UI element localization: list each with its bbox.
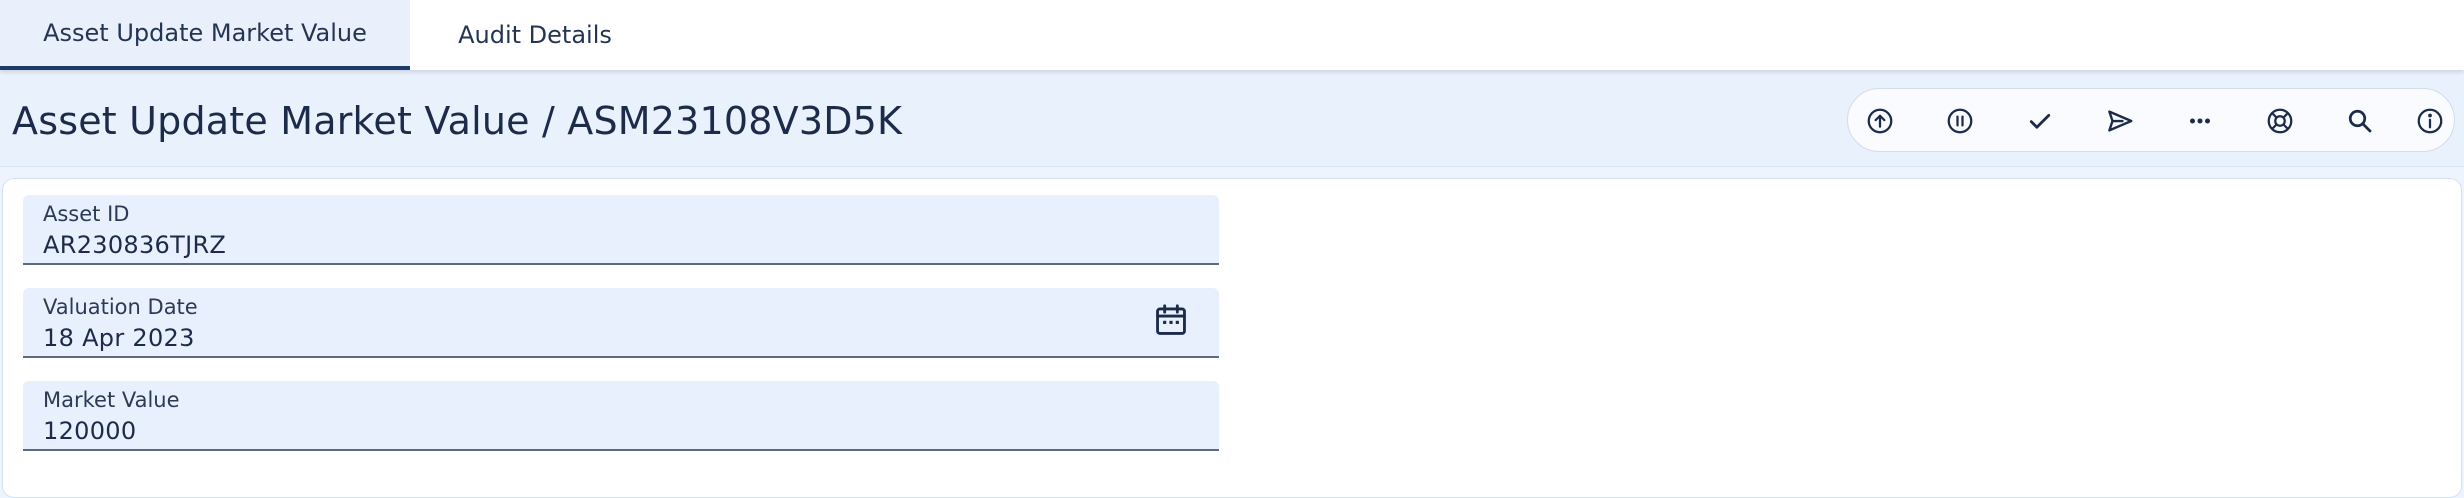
- valuation-date-value: 18 Apr 2023: [43, 324, 195, 352]
- pause-icon: [1947, 108, 1973, 134]
- pause-button[interactable]: [1938, 99, 1982, 143]
- more-icon: [2190, 118, 2210, 124]
- help-button[interactable]: [2258, 99, 2302, 143]
- tab-label: Audit Details: [458, 21, 612, 49]
- page-header: Asset Update Market Value / ASM23108V3D5…: [0, 70, 2464, 167]
- info-icon: [2417, 108, 2443, 134]
- more-button[interactable]: [2178, 99, 2222, 143]
- asset-id-field[interactable]: Asset ID AR230836TJRZ: [23, 195, 1219, 265]
- asset-id-value: AR230836TJRZ: [43, 231, 227, 259]
- send-icon: [2108, 110, 2133, 132]
- approve-button[interactable]: [2018, 99, 2062, 143]
- info-button[interactable]: [2408, 99, 2452, 143]
- calendar-button[interactable]: [1149, 298, 1193, 342]
- calendar-icon: [1156, 304, 1186, 335]
- market-value-value: 120000: [43, 417, 137, 445]
- upload-icon: [1867, 108, 1893, 134]
- market-value-label: Market Value: [43, 388, 180, 412]
- send-button[interactable]: [2098, 99, 2142, 143]
- action-toolbar: [1847, 88, 2455, 152]
- lifebuoy-icon: [2267, 108, 2293, 134]
- tab-audit-details[interactable]: Audit Details: [410, 0, 660, 70]
- valuation-date-field[interactable]: Valuation Date 18 Apr 2023: [23, 288, 1219, 358]
- search-button[interactable]: [2338, 99, 2382, 143]
- valuation-date-label: Valuation Date: [43, 295, 198, 319]
- asset-id-label: Asset ID: [43, 202, 130, 226]
- market-value-field[interactable]: Market Value 120000: [23, 381, 1219, 451]
- search-icon: [2348, 109, 2372, 133]
- page-title: Asset Update Market Value / ASM23108V3D5…: [12, 99, 903, 143]
- upload-button[interactable]: [1858, 99, 1902, 143]
- tab-bar: Asset Update Market Value Audit Details: [0, 0, 2464, 70]
- check-icon: [2029, 114, 2051, 129]
- tab-label: Asset Update Market Value: [43, 19, 367, 47]
- form-card: Asset ID AR230836TJRZ Valuation Date 18 …: [2, 178, 2462, 498]
- tab-asset-update-market-value[interactable]: Asset Update Market Value: [0, 0, 410, 70]
